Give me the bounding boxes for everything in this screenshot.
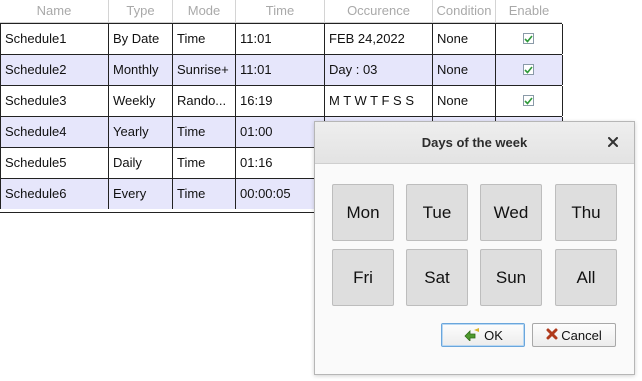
checkmark-icon (524, 96, 533, 105)
enable-checkbox[interactable] (523, 33, 534, 44)
cell-type: Every (109, 179, 173, 209)
days-of-week-dialog: Days of the week Mon Tue Wed Thu Fri Sat… (314, 121, 635, 375)
cell-name: Schedule2 (0, 55, 109, 85)
cell-type: Yearly (109, 117, 173, 147)
cell-occurence: Day : 03 (325, 55, 433, 85)
cell-type: Monthly (109, 55, 173, 85)
day-button-thu[interactable]: Thu (555, 184, 617, 241)
cell-enabled[interactable] (496, 24, 563, 54)
column-header-occurence[interactable]: Occurence (325, 0, 433, 22)
ok-arrow-icon (463, 327, 481, 344)
cell-name: Schedule6 (0, 179, 109, 209)
cell-name: Schedule4 (0, 117, 109, 147)
cell-mode: Rando... (173, 86, 236, 116)
enable-checkbox[interactable] (523, 64, 534, 75)
column-header-condition[interactable]: Condition (433, 0, 496, 22)
checkmark-icon (524, 65, 533, 74)
cell-time: 11:01 (236, 24, 325, 54)
day-button-mon[interactable]: Mon (332, 184, 394, 241)
day-button-tue[interactable]: Tue (406, 184, 468, 241)
cell-enabled[interactable] (496, 86, 563, 116)
cell-condition: None (433, 55, 496, 85)
checkmark-icon (524, 34, 533, 43)
column-header-time[interactable]: Time (236, 0, 325, 22)
ok-button[interactable]: OK (441, 323, 525, 347)
cell-mode: Time (173, 24, 236, 54)
cell-mode: Time (173, 148, 236, 178)
cell-name: Schedule5 (0, 148, 109, 178)
day-button-all[interactable]: All (555, 249, 617, 306)
cell-mode: Time (173, 179, 236, 209)
cell-condition: None (433, 24, 496, 54)
day-button-wed[interactable]: Wed (480, 184, 542, 241)
cancel-x-icon (546, 328, 558, 343)
enable-checkbox[interactable] (523, 95, 534, 106)
column-header-mode[interactable]: Mode (173, 0, 236, 22)
table-row[interactable]: Schedule1 By Date Time 11:01 FEB 24,2022 None (0, 23, 563, 54)
column-header-name[interactable]: Name (0, 0, 109, 22)
cancel-button[interactable]: Cancel (532, 323, 616, 347)
column-header-type[interactable]: Type (109, 0, 173, 22)
cell-occurence: FEB 24,2022 (325, 24, 433, 54)
cell-mode: Sunrise+ (173, 55, 236, 85)
day-button-sat[interactable]: Sat (406, 249, 468, 306)
cell-type: By Date (109, 24, 173, 54)
cell-mode: Time (173, 117, 236, 147)
cell-type: Daily (109, 148, 173, 178)
day-button-sun[interactable]: Sun (480, 249, 542, 306)
cell-name: Schedule3 (0, 86, 109, 116)
cell-time: 01:00 (236, 117, 325, 147)
table-row[interactable]: Schedule2 Monthly Sunrise+ 11:01 Day : 03 Non… (0, 54, 563, 85)
cell-name: Schedule1 (0, 24, 109, 54)
cell-time: 11:01 (236, 55, 325, 85)
table-header: Name Type Mode Time Occurence Condition … (0, 0, 562, 23)
cell-type: Weekly (109, 86, 173, 116)
dialog-title-bar: Days of the week (315, 122, 634, 164)
cell-occurence: M T W T F S S (325, 86, 433, 116)
cell-time: 00:00:05 (236, 179, 325, 209)
column-header-enable[interactable]: Enable (496, 0, 562, 22)
ok-label: OK (484, 327, 503, 343)
day-button-fri[interactable]: Fri (332, 249, 394, 306)
cell-time: 01:16 (236, 148, 325, 178)
close-icon[interactable] (604, 133, 622, 151)
cancel-label: Cancel (561, 327, 602, 343)
cell-time: 16:19 (236, 86, 325, 116)
cell-enabled[interactable] (496, 55, 563, 85)
table-row[interactable]: Schedule3 Weekly Rando... 16:19 M T W T F S … (0, 85, 563, 116)
cell-condition: None (433, 86, 496, 116)
dialog-title: Days of the week (421, 135, 528, 150)
